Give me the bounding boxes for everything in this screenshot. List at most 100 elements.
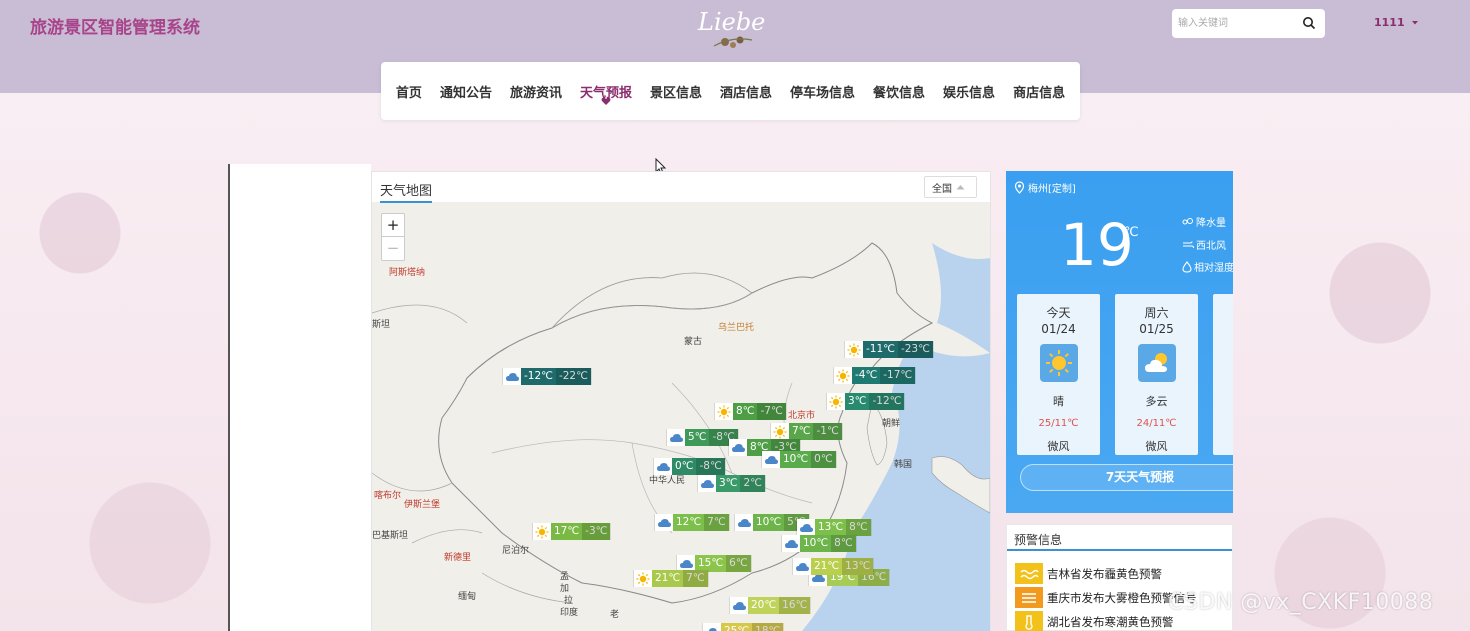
map-place-label: 新德里: [444, 553, 472, 563]
high-temp: 3℃: [845, 393, 870, 410]
map-weather-label[interactable]: 0℃ -8℃: [653, 458, 726, 475]
high-temp: 0℃: [672, 458, 697, 475]
sun-icon: [771, 423, 789, 440]
location[interactable]: 梅州[定制]: [1014, 180, 1076, 195]
zoom-control: + −: [381, 213, 405, 261]
nav-item[interactable]: 娱乐信息: [934, 82, 1004, 101]
map-weather-label[interactable]: 10℃ 0℃: [761, 451, 837, 468]
map-place-label: 印度: [560, 608, 579, 618]
low-temp: -3℃: [582, 523, 611, 540]
cloud-icon: [503, 368, 521, 385]
sun-icon: [1039, 344, 1078, 382]
low-temp: 18℃: [752, 623, 784, 631]
warning-item[interactable]: 湖北省发布寒潮黄色预警: [1015, 611, 1174, 631]
forecast-day-partial[interactable]: [1213, 294, 1233, 455]
nav-item[interactable]: 首页: [387, 82, 431, 101]
cloud-icon: [698, 475, 716, 492]
current-weather-card: 梅州[定制] 19 ℃ 降水量 西北风 相对湿度 今天 01/24 晴 25/1…: [1006, 171, 1233, 513]
high-temp: 21℃: [811, 558, 843, 575]
zoom-out-button[interactable]: −: [382, 237, 404, 260]
map-weather-label[interactable]: 7℃ -1℃: [770, 423, 843, 440]
nav-item[interactable]: 酒店信息: [711, 82, 781, 101]
map-place-label: 老: [610, 610, 620, 620]
map-place-label: 蒙古: [684, 337, 703, 347]
wind-icon: [1183, 240, 1194, 248]
caret-down-icon: [1411, 20, 1418, 24]
map-place-label: 缅甸: [458, 592, 477, 602]
content-panel: [228, 164, 371, 631]
sun-icon: [634, 570, 652, 587]
sun-icon: [827, 393, 845, 410]
nav-item[interactable]: 通知公告: [431, 82, 501, 101]
low-temp: -8℃: [696, 458, 725, 475]
low-temp: 8℃: [831, 535, 856, 552]
forecast-day-saturday[interactable]: 周六 01/25 多云 24/11℃ 微风: [1115, 294, 1198, 455]
low-temp: -22℃: [555, 368, 591, 385]
nav-item[interactable]: 景区信息: [641, 82, 711, 101]
map-weather-label[interactable]: 3℃ -12℃: [826, 393, 906, 410]
site-title: 旅游景区智能管理系统: [30, 18, 200, 38]
location-name: 梅州[定制]: [1028, 184, 1076, 195]
map-weather-label[interactable]: 12℃ 7℃: [654, 514, 730, 531]
user-menu[interactable]: 1111: [1374, 16, 1419, 29]
map-weather-label[interactable]: 21℃ 7℃: [633, 570, 709, 587]
high-temp: 20℃: [748, 597, 780, 614]
high-temp: 17℃: [551, 523, 583, 540]
low-temp: -12℃: [869, 393, 905, 410]
map-place-label: 北京市: [788, 411, 816, 421]
main-nav: 首页 通知公告 旅游资讯 天气预报 景区信息 酒店信息 停车场信息 餐饮信息 娱乐信息 商店信息: [381, 62, 1080, 120]
zoom-in-button[interactable]: +: [382, 214, 404, 237]
nav-item[interactable]: 天气预报: [571, 82, 641, 105]
high-temp: 8℃: [733, 403, 758, 420]
cloud-icon: [782, 535, 800, 552]
map-weather-label[interactable]: 10℃ 8℃: [781, 535, 857, 552]
map-weather-label[interactable]: -11℃ -23℃: [844, 341, 934, 358]
low-temp: 16℃: [779, 597, 811, 614]
map-weather-label[interactable]: 20℃ 16℃: [729, 597, 812, 614]
seven-day-forecast-button[interactable]: 7天天气预报: [1020, 464, 1233, 491]
cloud-icon: [655, 514, 673, 531]
region-select[interactable]: 全国: [924, 176, 977, 198]
sun-icon: [834, 367, 852, 384]
map-title: 天气地图: [380, 180, 433, 203]
cloud-icon: [735, 514, 753, 531]
cloud-icon: [667, 429, 685, 446]
day-wind: 微风: [1145, 440, 1168, 453]
warning-text: 湖北省发布寒潮黄色预警: [1047, 614, 1174, 629]
search-input[interactable]: [1178, 15, 1296, 32]
cloud-icon: [654, 458, 672, 475]
nav-item[interactable]: 旅游资讯: [501, 82, 571, 101]
map-weather-label[interactable]: -12℃ -22℃: [502, 368, 592, 385]
humidity-info: 相对湿度: [1182, 259, 1233, 274]
map-place-label: 韩国: [894, 460, 913, 470]
forecast-day-today[interactable]: 今天 01/24 晴 25/11℃ 微风: [1017, 294, 1100, 455]
svg-text:Liebe: Liebe: [697, 8, 765, 36]
warning-item[interactable]: 吉林省发布霾黄色预警: [1015, 563, 1162, 584]
low-temp: -7℃: [757, 403, 786, 420]
map-weather-label[interactable]: 13℃ 8℃: [796, 519, 872, 536]
haze-warning-icon: [1015, 563, 1043, 584]
caret-up-icon: [956, 185, 965, 190]
high-temp: 12℃: [673, 514, 705, 531]
search-icon[interactable]: [1302, 16, 1316, 30]
high-temp: 25℃: [721, 623, 753, 631]
map-weather-label[interactable]: -4℃ -17℃: [833, 367, 917, 384]
cloud-icon: [762, 451, 780, 468]
day-temp-range: 25/11℃: [1038, 418, 1079, 429]
nav-item[interactable]: 餐饮信息: [864, 82, 934, 101]
day-date: 01/24: [1041, 322, 1076, 336]
high-temp: -12℃: [521, 368, 556, 385]
high-temp: 21℃: [652, 570, 684, 587]
nav-item[interactable]: 商店信息: [1004, 82, 1074, 101]
map-weather-label[interactable]: 21℃ 13℃: [792, 558, 875, 575]
nav-item[interactable]: 停车场信息: [781, 82, 864, 101]
map-weather-label[interactable]: 17℃ -3℃: [532, 523, 612, 540]
map-weather-label[interactable]: 3℃ 2℃: [697, 475, 766, 492]
map-weather-label[interactable]: 25℃ 18℃: [702, 623, 785, 631]
partly-cloudy-icon: [1137, 344, 1176, 382]
map-place-label: 乌兰巴托: [718, 323, 755, 333]
map-place-label: 阿斯塔纳: [389, 268, 426, 278]
precipitation-info: 降水量: [1182, 214, 1226, 229]
map-area[interactable]: + − 阿斯塔纳 斯坦 乌兰巴托 蒙古 北京市 朝鲜 韩国 中华人民 喀布尔 伊斯兰堡 巴基斯坦 新德…: [372, 203, 990, 631]
map-weather-label[interactable]: 8℃ -7℃: [714, 403, 787, 420]
